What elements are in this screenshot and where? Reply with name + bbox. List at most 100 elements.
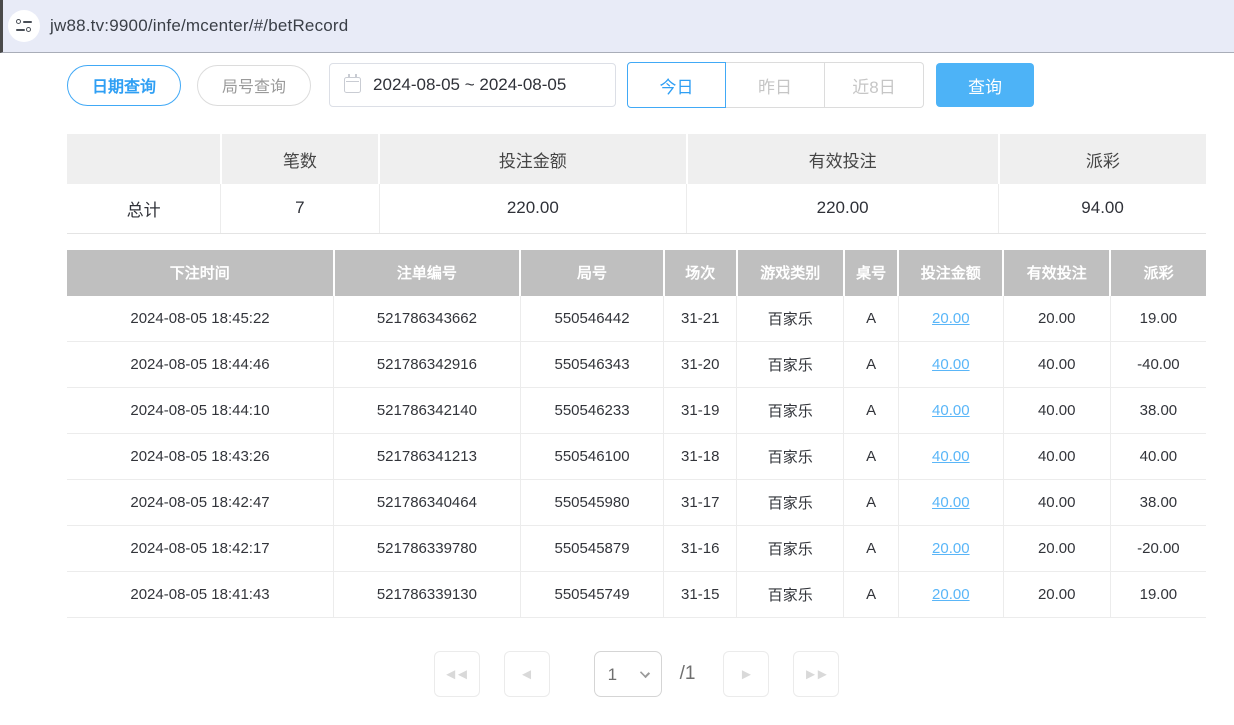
first-page-icon: ◄◄ bbox=[443, 666, 467, 683]
table-no-cell: A bbox=[844, 572, 899, 618]
session-cell: 31-15 bbox=[664, 572, 737, 618]
date-range-input[interactable]: 2024-08-05 ~ 2024-08-05 bbox=[329, 63, 616, 107]
search-button[interactable]: 查询 bbox=[936, 63, 1034, 107]
header-order-no: 注单编号 bbox=[334, 250, 521, 296]
order-no-cell: 521786339780 bbox=[334, 526, 521, 572]
bet-amount-cell: 20.00 bbox=[898, 296, 1003, 342]
summary-total-label: 总计 bbox=[67, 184, 221, 233]
last-page-icon: ►► bbox=[803, 666, 827, 683]
pagination-bar: ◄◄ ◄ 1 /1 ► ►► bbox=[67, 651, 1206, 697]
table-no-cell: A bbox=[844, 342, 899, 388]
valid-bet-cell: 40.00 bbox=[1003, 434, 1110, 480]
bet-amount-link[interactable]: 20.00 bbox=[932, 540, 970, 557]
bet-time-cell: 2024-08-05 18:44:46 bbox=[67, 342, 334, 388]
bet-amount-link[interactable]: 20.00 bbox=[932, 586, 970, 603]
quick-date-group: 今日 昨日 近8日 bbox=[627, 62, 924, 108]
round-no-cell: 550545980 bbox=[520, 480, 664, 526]
url-text[interactable]: jw88.tv:9900/infe/mcenter/#/betRecord bbox=[50, 16, 348, 36]
header-game-type: 游戏类别 bbox=[737, 250, 844, 296]
browser-address-bar[interactable]: jw88.tv:9900/infe/mcenter/#/betRecord bbox=[0, 0, 1234, 53]
bet-amount-link[interactable]: 20.00 bbox=[932, 310, 970, 327]
next-page-button[interactable]: ► bbox=[723, 651, 769, 697]
payout-cell: 19.00 bbox=[1110, 296, 1206, 342]
bet-amount-cell: 40.00 bbox=[898, 342, 1003, 388]
first-page-button[interactable]: ◄◄ bbox=[434, 651, 480, 697]
table-no-cell: A bbox=[844, 296, 899, 342]
quick-btn-last8days[interactable]: 近8日 bbox=[825, 62, 924, 108]
bet-time-cell: 2024-08-05 18:43:26 bbox=[67, 434, 334, 480]
header-bet-amount: 投注金额 bbox=[898, 250, 1003, 296]
header-session: 场次 bbox=[664, 250, 737, 296]
summary-total-bet-amount: 220.00 bbox=[379, 184, 687, 233]
order-no-cell: 521786342140 bbox=[334, 388, 521, 434]
bet-amount-cell: 20.00 bbox=[898, 572, 1003, 618]
payout-cell: 38.00 bbox=[1110, 480, 1206, 526]
game-type-cell: 百家乐 bbox=[737, 388, 844, 434]
payout-cell: 38.00 bbox=[1110, 388, 1206, 434]
site-info-icon[interactable] bbox=[8, 10, 40, 42]
table-row: 2024-08-05 18:41:43 521786339130 5505457… bbox=[67, 572, 1206, 618]
bet-table-body: 2024-08-05 18:45:22 521786343662 5505464… bbox=[67, 296, 1206, 618]
session-cell: 31-21 bbox=[664, 296, 737, 342]
summary-total-valid-bet: 220.00 bbox=[687, 184, 999, 233]
bet-amount-cell: 40.00 bbox=[898, 434, 1003, 480]
game-type-cell: 百家乐 bbox=[737, 572, 844, 618]
order-no-cell: 521786340464 bbox=[334, 480, 521, 526]
page-select[interactable]: 1 bbox=[594, 651, 662, 697]
bet-time-cell: 2024-08-05 18:44:10 bbox=[67, 388, 334, 434]
next-page-icon: ► bbox=[739, 666, 754, 683]
valid-bet-cell: 40.00 bbox=[1003, 480, 1110, 526]
round-no-cell: 550545879 bbox=[520, 526, 664, 572]
bet-amount-link[interactable]: 40.00 bbox=[932, 356, 970, 373]
bet-amount-link[interactable]: 40.00 bbox=[932, 402, 970, 419]
game-type-cell: 百家乐 bbox=[737, 526, 844, 572]
order-no-cell: 521786339130 bbox=[334, 572, 521, 618]
summary-total-count: 7 bbox=[221, 184, 379, 233]
payout-cell: 40.00 bbox=[1110, 434, 1206, 480]
payout-cell: -20.00 bbox=[1110, 526, 1206, 572]
table-no-cell: A bbox=[844, 434, 899, 480]
summary-header-blank bbox=[67, 134, 221, 184]
round-no-cell: 550546442 bbox=[520, 296, 664, 342]
payout-cell: -40.00 bbox=[1110, 342, 1206, 388]
valid-bet-cell: 20.00 bbox=[1003, 572, 1110, 618]
bet-amount-cell: 40.00 bbox=[898, 480, 1003, 526]
table-no-cell: A bbox=[844, 526, 899, 572]
bet-time-cell: 2024-08-05 18:42:17 bbox=[67, 526, 334, 572]
round-no-cell: 550546343 bbox=[520, 342, 664, 388]
game-type-cell: 百家乐 bbox=[737, 480, 844, 526]
header-valid-bet: 有效投注 bbox=[1003, 250, 1110, 296]
round-no-cell: 550546100 bbox=[520, 434, 664, 480]
page-total: /1 bbox=[680, 663, 696, 685]
header-bet-time: 下注时间 bbox=[67, 250, 334, 296]
table-row: 2024-08-05 18:43:26 521786341213 5505461… bbox=[67, 434, 1206, 480]
table-row: 2024-08-05 18:44:10 521786342140 5505462… bbox=[67, 388, 1206, 434]
quick-btn-today[interactable]: 今日 bbox=[627, 62, 726, 108]
page-select-wrap: 1 bbox=[594, 651, 662, 697]
quick-btn-yesterday[interactable]: 昨日 bbox=[726, 62, 825, 108]
order-no-cell: 521786342916 bbox=[334, 342, 521, 388]
summary-header-payout: 派彩 bbox=[999, 134, 1206, 184]
prev-page-icon: ◄ bbox=[519, 666, 534, 683]
bet-table-header-row: 下注时间 注单编号 局号 场次 游戏类别 桌号 投注金额 有效投注 派彩 bbox=[67, 250, 1206, 296]
date-range-value: 2024-08-05 ~ 2024-08-05 bbox=[373, 75, 566, 95]
payout-cell: 19.00 bbox=[1110, 572, 1206, 618]
table-row: 2024-08-05 18:45:22 521786343662 5505464… bbox=[67, 296, 1206, 342]
session-cell: 31-17 bbox=[664, 480, 737, 526]
prev-page-button[interactable]: ◄ bbox=[504, 651, 550, 697]
valid-bet-cell: 20.00 bbox=[1003, 526, 1110, 572]
bet-amount-link[interactable]: 40.00 bbox=[932, 448, 970, 465]
order-no-cell: 521786343662 bbox=[334, 296, 521, 342]
table-no-cell: A bbox=[844, 388, 899, 434]
last-page-button[interactable]: ►► bbox=[793, 651, 839, 697]
session-cell: 31-20 bbox=[664, 342, 737, 388]
date-query-tab[interactable]: 日期查询 bbox=[67, 65, 181, 106]
bet-record-page: 日期查询 局号查询 2024-08-05 ~ 2024-08-05 今日 昨日 … bbox=[67, 62, 1206, 697]
filter-toolbar: 日期查询 局号查询 2024-08-05 ~ 2024-08-05 今日 昨日 … bbox=[67, 62, 1206, 108]
bet-amount-link[interactable]: 40.00 bbox=[932, 494, 970, 511]
tune-icon bbox=[16, 19, 32, 33]
valid-bet-cell: 40.00 bbox=[1003, 342, 1110, 388]
session-cell: 31-18 bbox=[664, 434, 737, 480]
round-query-tab[interactable]: 局号查询 bbox=[197, 65, 311, 106]
table-row: 2024-08-05 18:44:46 521786342916 5505463… bbox=[67, 342, 1206, 388]
